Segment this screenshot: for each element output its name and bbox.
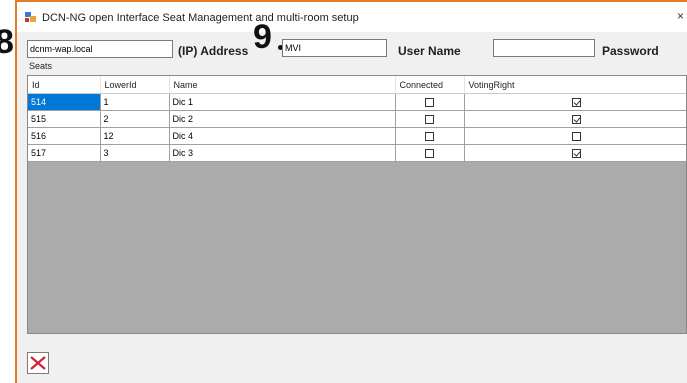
column-header-votingright[interactable]: VotingRight — [464, 76, 686, 94]
seat-connected-cell[interactable] — [395, 127, 465, 145]
window-title: DCN-NG open Interface Seat Management an… — [42, 12, 359, 24]
column-header-id[interactable]: Id — [28, 76, 101, 94]
seat-name-cell[interactable]: Dic 2 — [169, 110, 396, 128]
column-header-connected[interactable]: Connected — [395, 76, 465, 94]
seat-lowerid-cell[interactable]: 2 — [100, 110, 170, 128]
bottom-panel — [17, 335, 687, 383]
seats-label: Seats — [29, 61, 53, 71]
connected-checkbox[interactable] — [425, 131, 434, 141]
votingright-checkbox[interactable] — [571, 148, 581, 158]
address-input[interactable]: dcnm-wap.local — [27, 40, 173, 58]
seat-id-cell[interactable]: 514 — [28, 93, 101, 111]
seat-row[interactable]: 516 12 Dic 4 — [28, 127, 686, 145]
seats-grid[interactable]: Id LowerId Name Connected VotingRight 51… — [27, 75, 687, 334]
column-header-lowerid[interactable]: LowerId — [100, 76, 170, 94]
username-label: User Name — [398, 44, 461, 58]
connected-checkbox[interactable] — [425, 148, 434, 158]
close-button[interactable]: × — [677, 9, 687, 23]
seat-votingright-cell[interactable] — [464, 93, 686, 111]
seat-name-cell[interactable]: Dic 3 — [169, 144, 396, 162]
votingright-checkbox[interactable] — [571, 97, 581, 107]
app-icon — [25, 12, 36, 22]
seat-votingright-cell[interactable] — [464, 144, 686, 162]
seat-lowerid-cell[interactable]: 3 — [100, 144, 170, 162]
seat-id-cell[interactable]: 515 — [28, 110, 101, 128]
red-x-icon — [30, 356, 46, 370]
seat-name-cell[interactable]: Dic 4 — [169, 127, 396, 145]
seat-id-cell[interactable]: 517 — [28, 144, 101, 162]
column-header-name[interactable]: Name — [169, 76, 396, 94]
votingright-checkbox[interactable] — [571, 114, 581, 124]
seat-id-cell[interactable]: 516 — [28, 127, 101, 145]
seat-connected-cell[interactable] — [395, 110, 465, 128]
username-input[interactable]: MVI — [282, 39, 387, 57]
seat-row[interactable]: 514 1 Dic 1 — [28, 93, 686, 111]
seat-row[interactable]: 515 2 Dic 2 — [28, 110, 686, 128]
connected-checkbox[interactable] — [425, 97, 434, 107]
seats-table: Id LowerId Name Connected VotingRight 51… — [28, 76, 686, 162]
title-bar: DCN-NG open Interface Seat Management an… — [17, 2, 687, 32]
cancel-button[interactable] — [27, 352, 49, 374]
seat-votingright-cell[interactable] — [464, 110, 686, 128]
callout-number-9: 9 — [253, 18, 272, 56]
seat-lowerid-cell[interactable]: 1 — [100, 93, 170, 111]
password-input[interactable] — [493, 39, 595, 57]
address-label: (IP) Address — [178, 44, 249, 58]
seat-votingright-cell[interactable] — [464, 127, 686, 145]
seat-connected-cell[interactable] — [395, 93, 465, 111]
password-label: Password — [602, 44, 659, 58]
main-window: DCN-NG open Interface Seat Management an… — [15, 0, 687, 383]
seat-row[interactable]: 517 3 Dic 3 — [28, 144, 686, 162]
header-row: Id LowerId Name Connected VotingRight — [28, 76, 686, 94]
seat-connected-cell[interactable] — [395, 144, 465, 162]
seat-lowerid-cell[interactable]: 12 — [100, 127, 170, 145]
connected-checkbox[interactable] — [425, 114, 434, 124]
votingright-checkbox[interactable] — [571, 131, 581, 141]
seat-name-cell[interactable]: Dic 1 — [169, 93, 396, 111]
callout-number-8: 8 — [0, 23, 14, 61]
